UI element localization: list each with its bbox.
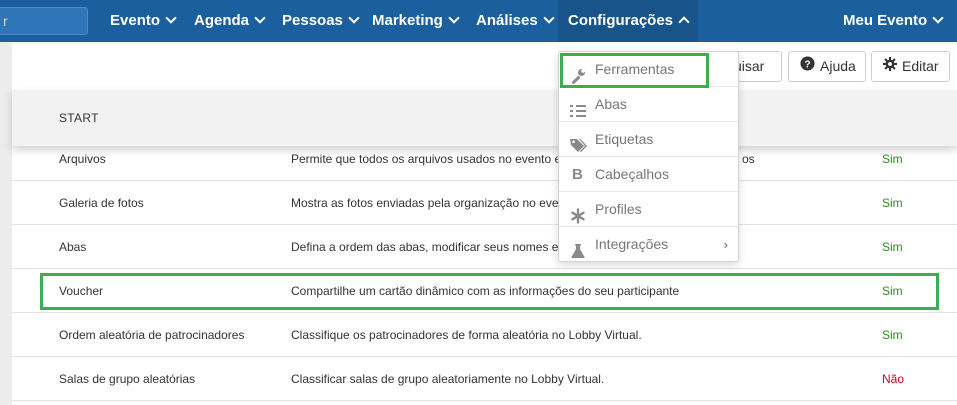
help-button[interactable]: ? Ajuda	[788, 51, 866, 82]
highlight-box-ferramentas	[560, 53, 709, 88]
row-name: Abas	[59, 240, 87, 254]
table-row[interactable]: Salas de grupo aleatórias Classificar sa…	[12, 357, 957, 401]
menu-item-profiles[interactable]: Profiles	[559, 192, 738, 227]
table-row[interactable]: Abas Defina a ordem das abas, modificar …	[12, 225, 957, 269]
row-name: Arquivos	[59, 152, 106, 166]
list-check-icon	[570, 97, 586, 117]
row-status: Sim	[882, 328, 903, 342]
bold-icon: B	[572, 166, 583, 183]
chevron-right-icon: ›	[723, 237, 728, 252]
nav-meu-evento[interactable]: Meu Evento	[843, 0, 944, 42]
chevron-down-icon	[254, 12, 266, 24]
nav-agenda[interactable]: Agenda	[194, 0, 266, 42]
row-description: Defina a ordem das abas, modificar seus …	[291, 240, 568, 254]
nav-pessoas-label: Pessoas	[282, 12, 343, 29]
nav-marketing[interactable]: Marketing	[372, 0, 460, 42]
menu-item-label: Abas	[595, 96, 627, 112]
menu-item-label: Cabeçalhos	[595, 166, 669, 182]
row-name: Salas de grupo aleatórias	[59, 372, 196, 386]
nav-analises[interactable]: Análises	[476, 0, 555, 42]
question-circle-icon: ?	[800, 52, 815, 81]
table-header: START	[12, 90, 957, 146]
row-name: Galeria de fotos	[59, 196, 144, 210]
row-description: Permite que todos os arquivos usados no …	[291, 152, 562, 166]
nav-analises-label: Análises	[476, 12, 538, 29]
row-status: Não	[882, 372, 905, 386]
edit-button[interactable]: Editar	[871, 51, 950, 82]
flask-icon	[570, 237, 586, 258]
menu-item-integracoes[interactable]: Integrações ›	[559, 227, 738, 262]
svg-text:?: ?	[804, 59, 810, 70]
menu-item-label: Profiles	[595, 201, 642, 217]
row-description-tail: os	[742, 152, 755, 166]
nav-configuracoes[interactable]: Configurações	[558, 0, 699, 42]
table-row[interactable]: Ordem aleatória de patrocinadores Classi…	[12, 313, 957, 357]
edit-button-label: Editar	[902, 58, 939, 74]
nav-pessoas[interactable]: Pessoas	[282, 0, 360, 42]
tags-icon	[570, 132, 587, 152]
nav-evento-label: Evento	[110, 12, 161, 29]
menu-item-label: Integrações	[595, 236, 669, 252]
left-panel-edge	[0, 42, 12, 405]
row-description: Classificar salas de grupo aleatoriament…	[291, 372, 605, 386]
chevron-down-icon	[932, 12, 944, 24]
section-title: START	[59, 111, 99, 125]
row-description: Mostra as fotos enviadas pela organizaçã…	[291, 196, 566, 210]
gear-icon	[883, 52, 897, 81]
menu-item-cabecalhos[interactable]: B Cabeçalhos	[559, 157, 738, 192]
nav-marketing-label: Marketing	[372, 12, 443, 29]
top-navbar: r Evento Agenda Pessoas Marketing Anális…	[0, 0, 957, 42]
nav-configuracoes-label: Configurações	[568, 12, 674, 29]
menu-item-abas[interactable]: Abas	[559, 87, 738, 122]
row-status: Sim	[882, 152, 903, 166]
chevron-down-icon	[165, 12, 177, 24]
chevron-down-icon	[543, 12, 555, 24]
row-status: Sim	[882, 196, 903, 210]
chevron-up-icon	[678, 16, 690, 28]
nav-evento[interactable]: Evento	[110, 0, 177, 42]
nav-meu-evento-label: Meu Evento	[843, 12, 928, 29]
asterisk-icon	[570, 202, 586, 224]
menu-item-label: Etiquetas	[595, 131, 654, 147]
search-input[interactable]: r	[0, 7, 88, 35]
chevron-down-icon	[348, 12, 360, 24]
help-button-label: Ajuda	[820, 58, 856, 74]
highlight-box-voucher	[40, 273, 939, 310]
row-status: Sim	[882, 240, 903, 254]
menu-item-etiquetas[interactable]: Etiquetas	[559, 122, 738, 157]
row-description: Classifique os patrocinadores de forma a…	[291, 328, 642, 342]
row-name: Ordem aleatória de patrocinadores	[59, 328, 245, 342]
chevron-down-icon	[448, 12, 460, 24]
nav-agenda-label: Agenda	[194, 12, 250, 29]
table-row[interactable]: Galeria de fotos Mostra as fotos enviada…	[12, 181, 957, 225]
